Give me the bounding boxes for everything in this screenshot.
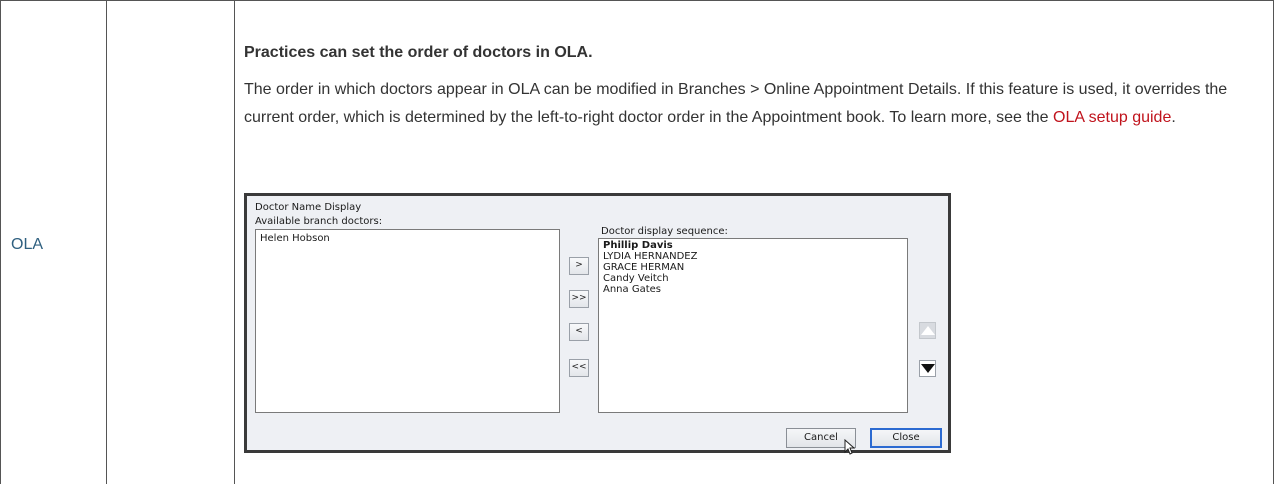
table-left-border xyxy=(0,0,1,484)
move-down-button[interactable] xyxy=(919,360,936,377)
move-right-button[interactable]: > xyxy=(569,257,589,275)
move-left-button[interactable]: < xyxy=(569,323,589,341)
triangle-up-icon xyxy=(921,326,935,335)
list-item[interactable]: GRACE HERMAN xyxy=(603,262,684,273)
sequence-label: Doctor display sequence: xyxy=(601,226,728,237)
available-doctors-label: Available branch doctors: xyxy=(255,216,383,227)
move-all-right-button[interactable]: >> xyxy=(569,290,589,308)
row-label: OLA xyxy=(11,236,44,253)
mouse-cursor-icon xyxy=(844,439,856,455)
doctor-name-display-screenshot: Doctor Name Display Available branch doc… xyxy=(244,193,951,455)
ola-setup-guide-link[interactable]: OLA setup guide xyxy=(1053,109,1171,126)
close-button[interactable]: Close xyxy=(870,428,942,448)
available-doctors-list[interactable]: Helen Hobson xyxy=(255,229,560,413)
list-item[interactable]: Anna Gates xyxy=(603,284,661,295)
list-item[interactable]: Phillip Davis xyxy=(603,240,673,251)
move-all-left-button[interactable]: << xyxy=(569,359,589,377)
paragraph-end: . xyxy=(1171,109,1176,126)
triangle-down-icon xyxy=(921,364,935,373)
table-top-border xyxy=(0,0,1274,1)
description-paragraph: The order in which doctors appear in OLA… xyxy=(244,76,1254,132)
dialog-title: Doctor Name Display xyxy=(255,202,362,213)
table-column-divider-1 xyxy=(106,0,107,484)
sequence-doctors-list[interactable]: Phillip Davis LYDIA HERNANDEZ GRACE HERM… xyxy=(598,238,908,413)
list-item[interactable]: Helen Hobson xyxy=(260,233,330,244)
list-item[interactable]: LYDIA HERNANDEZ xyxy=(603,251,697,262)
table-column-divider-2 xyxy=(234,0,235,484)
list-item[interactable]: Candy Veitch xyxy=(603,273,669,284)
move-up-button[interactable] xyxy=(919,322,936,339)
section-heading: Practices can set the order of doctors i… xyxy=(244,44,593,61)
